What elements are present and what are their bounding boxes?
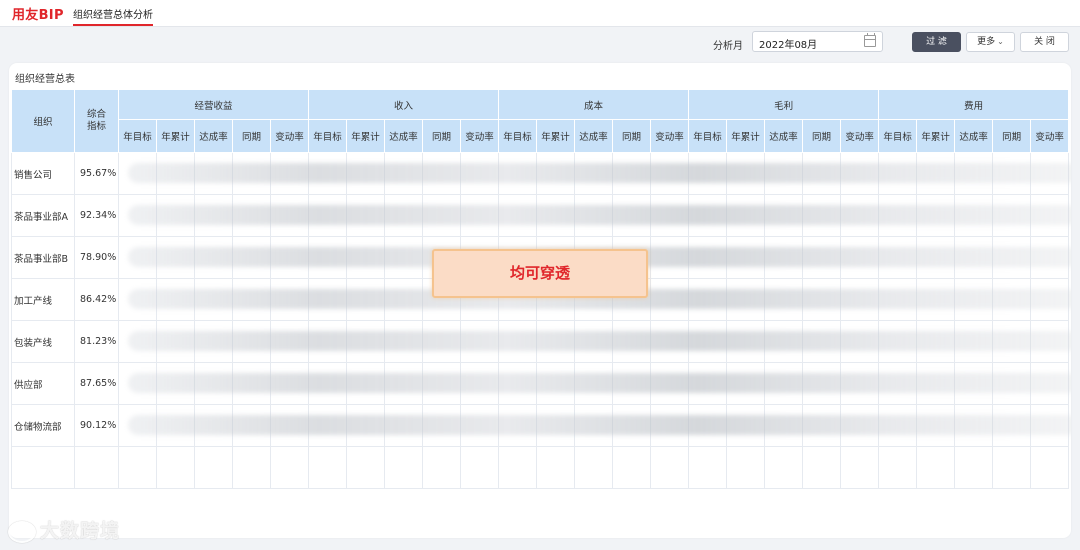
kpi-cell (74, 446, 119, 489)
subcol-header: 变动率 (840, 119, 880, 153)
watermark-text: 大数跨境 (40, 520, 121, 542)
month-value: 2022年08月 (759, 40, 818, 51)
app-logo: 用友BIP (12, 8, 64, 23)
subcol-header: 年目标 (878, 119, 918, 153)
masked-values (128, 415, 1071, 435)
table-row[interactable] (11, 446, 1070, 489)
value-cell[interactable] (269, 446, 310, 489)
subcol-header: 同期 (232, 119, 271, 153)
subcol-header: 达成率 (384, 119, 424, 153)
value-cell[interactable] (422, 446, 462, 489)
close-button[interactable]: 关 闭 (1020, 32, 1069, 52)
value-cell[interactable] (726, 446, 766, 489)
value-cell[interactable] (156, 446, 195, 489)
org-cell[interactable]: 加工产线 (11, 278, 75, 321)
group-header: 收入 (308, 89, 500, 120)
kpi-cell: 86.42% (74, 278, 119, 321)
drill-through-badge: 均可穿透 (432, 249, 648, 298)
value-cell[interactable] (840, 446, 880, 489)
calendar-icon[interactable] (864, 33, 876, 47)
value-cell[interactable] (498, 446, 538, 489)
col-kpi-header: 综合 指标 (74, 89, 119, 153)
org-cell[interactable]: 包装产线 (11, 320, 75, 363)
subcol-header: 同期 (992, 119, 1032, 153)
subcol-header: 达成率 (764, 119, 804, 153)
chevron-down-icon: ⌄ (997, 37, 1004, 46)
org-cell[interactable]: 茶品事业部A (11, 194, 75, 237)
group-header: 成本 (498, 89, 690, 120)
value-cell[interactable] (536, 446, 576, 489)
group-header: 毛利 (688, 89, 880, 120)
masked-values (128, 331, 1071, 351)
value-cell[interactable] (688, 446, 728, 489)
org-cell[interactable]: 销售公司 (11, 152, 75, 195)
subcol-header: 同期 (612, 119, 652, 153)
value-cell[interactable] (460, 446, 500, 489)
value-cell[interactable] (650, 446, 690, 489)
value-cell[interactable] (612, 446, 652, 489)
top-bar: 用友BIP 组织经营总体分析 (0, 0, 1080, 27)
subcol-header: 年目标 (308, 119, 348, 153)
month-label: 分析月 (713, 41, 743, 52)
watermark: 大数跨境 (8, 516, 120, 543)
subcol-header: 同期 (802, 119, 842, 153)
value-cell[interactable] (1030, 446, 1070, 489)
subcol-header: 达成率 (194, 119, 233, 153)
subcol-header: 达成率 (574, 119, 614, 153)
brand-logo-icon (8, 520, 36, 543)
subcol-header: 年累计 (536, 119, 576, 153)
more-label: 更多 (977, 37, 996, 47)
subcol-header: 年累计 (916, 119, 956, 153)
org-cell[interactable]: 茶品事业部B (11, 236, 75, 279)
org-cell[interactable]: 供应部 (11, 362, 75, 405)
kpi-cell: 87.65% (74, 362, 119, 405)
kpi-cell: 81.23% (74, 320, 119, 363)
subcol-header: 年累计 (156, 119, 195, 153)
value-cell[interactable] (384, 446, 424, 489)
subcol-header: 年目标 (118, 119, 157, 153)
value-cell[interactable] (954, 446, 994, 489)
value-cell[interactable] (916, 446, 956, 489)
value-cell[interactable] (802, 446, 842, 489)
kpi-cell: 78.90% (74, 236, 119, 279)
value-cell[interactable] (308, 446, 348, 489)
month-picker[interactable]: 2022年08月 (752, 31, 883, 52)
card-title: 组织经营总表 (15, 74, 75, 85)
col-kpi-label: 综合 指标 (86, 109, 106, 132)
value-cell[interactable] (878, 446, 918, 489)
active-tab-indicator (73, 24, 153, 26)
subcol-header: 变动率 (460, 119, 500, 153)
subcol-header: 年目标 (498, 119, 538, 153)
summary-card: 组织经营总表 组织 综合 指标 经营收益 收入 成本 毛利 费用 年目标 年累计达… (9, 63, 1071, 538)
masked-values (128, 373, 1071, 393)
subcol-header: 变动率 (650, 119, 690, 153)
value-cell[interactable] (118, 446, 157, 489)
org-cell[interactable]: 仓储物流部 (11, 404, 75, 447)
subcol-header: 达成率 (954, 119, 994, 153)
filter-button[interactable]: 过 滤 (912, 32, 961, 52)
value-cell[interactable] (346, 446, 386, 489)
value-cell[interactable] (992, 446, 1032, 489)
kpi-cell: 90.12% (74, 404, 119, 447)
value-cell[interactable] (764, 446, 804, 489)
filter-bar: 分析月 2022年08月 过 滤 更多 ⌄ 关 闭 (0, 28, 1080, 58)
kpi-cell: 95.67% (74, 152, 119, 195)
value-cell[interactable] (232, 446, 271, 489)
subcol-header: 年累计 (346, 119, 386, 153)
masked-values (128, 163, 1071, 183)
org-cell[interactable] (11, 446, 75, 489)
subcol-header: 年目标 (688, 119, 728, 153)
group-header: 经营收益 (117, 89, 310, 120)
subcol-header: 变动率 (1030, 119, 1070, 153)
masked-values (128, 205, 1071, 225)
subcol-header: 年累计 (726, 119, 766, 153)
subcol-header: 同期 (422, 119, 462, 153)
value-cell[interactable] (194, 446, 233, 489)
more-button[interactable]: 更多 ⌄ (966, 32, 1015, 52)
subcol-header: 变动率 (269, 119, 310, 153)
group-header: 费用 (878, 89, 1070, 120)
col-org-header: 组织 (11, 89, 75, 153)
value-cell[interactable] (574, 446, 614, 489)
kpi-cell: 92.34% (74, 194, 119, 237)
